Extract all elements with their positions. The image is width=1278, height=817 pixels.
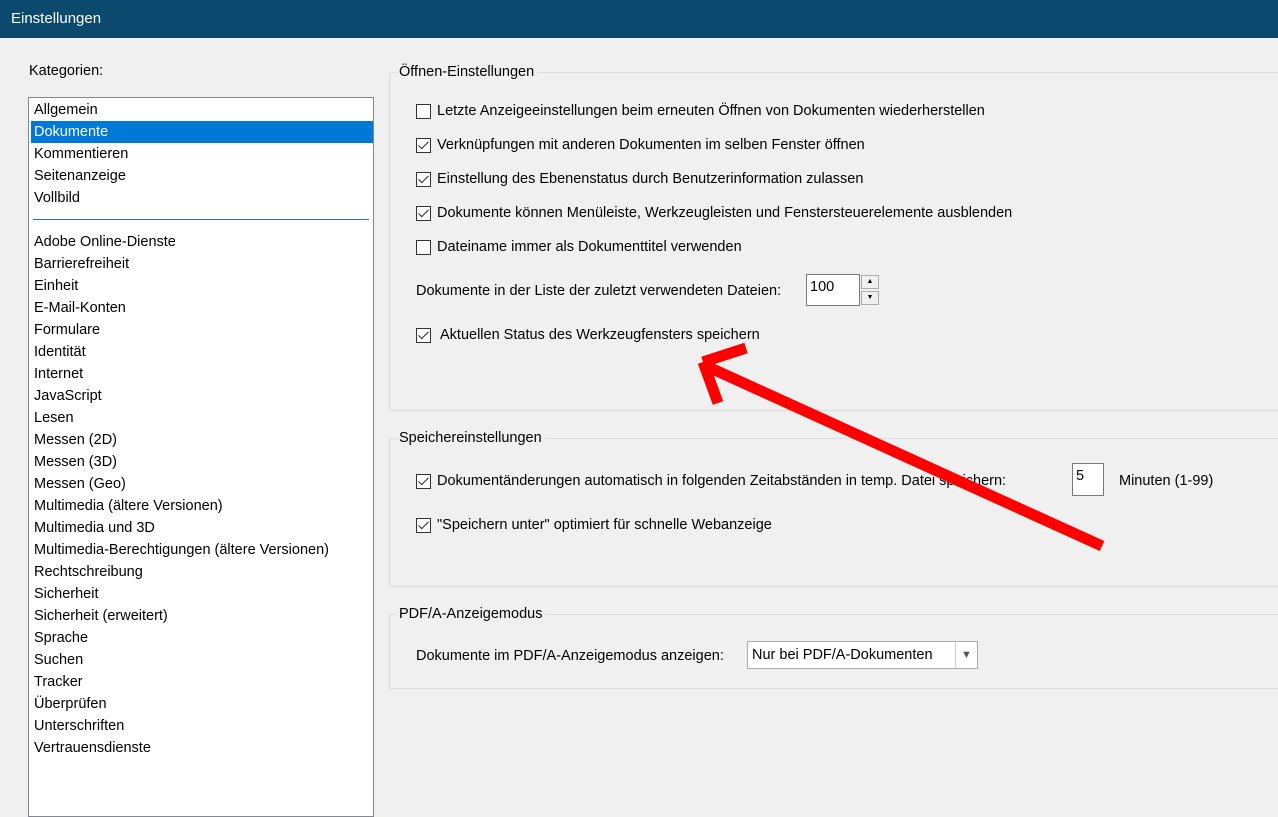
category-item[interactable]: JavaScript xyxy=(31,385,373,407)
category-item[interactable]: Unterschriften xyxy=(31,715,373,737)
option-tool-state[interactable]: Aktuellen Status des Werkzeugfensters sp… xyxy=(416,324,760,346)
category-item[interactable]: Messen (3D) xyxy=(31,451,373,473)
option-restore-view-label: Letzte Anzeigeeinstellungen beim erneute… xyxy=(437,103,985,119)
save-settings-title: Speichereinstellungen xyxy=(396,429,545,447)
category-item[interactable]: Vollbild xyxy=(31,187,373,209)
pdfa-title: PDF/A-Anzeigemodus xyxy=(396,605,546,623)
category-item[interactable]: Überprüfen xyxy=(31,693,373,715)
category-item[interactable]: Vertrauensdienste xyxy=(31,737,373,759)
category-item[interactable]: Dokumente xyxy=(31,121,373,143)
category-item[interactable]: Seitenanzeige xyxy=(31,165,373,187)
category-item[interactable]: Sprache xyxy=(31,627,373,649)
category-item[interactable]: Identität xyxy=(31,341,373,363)
category-item[interactable]: Einheit xyxy=(31,275,373,297)
option-fast-web-label: "Speichern unter" optimiert für schnelle… xyxy=(437,517,772,533)
open-settings-group: Öffnen-Einstellungen Letzte Anzeigeeinst… xyxy=(389,63,1278,411)
category-item[interactable]: Rechtschreibung xyxy=(31,561,373,583)
category-item[interactable]: Kommentieren xyxy=(31,143,373,165)
checkbox-tool-state[interactable] xyxy=(416,327,431,343)
option-fast-web[interactable]: "Speichern unter" optimiert für schnelle… xyxy=(416,514,772,536)
category-item[interactable]: Tracker xyxy=(31,671,373,693)
category-item[interactable]: Formulare xyxy=(31,319,373,341)
category-item[interactable]: Adobe Online-Dienste xyxy=(31,231,373,253)
option-autosave-label: Dokumentänderungen automatisch in folgen… xyxy=(437,473,1007,489)
category-item[interactable]: Allgemein xyxy=(31,99,373,121)
category-item[interactable]: E-Mail-Konten xyxy=(31,297,373,319)
open-settings-title: Öffnen-Einstellungen xyxy=(396,63,538,81)
category-item[interactable]: Internet xyxy=(31,363,373,385)
checkbox-same-window[interactable] xyxy=(416,137,431,153)
category-item[interactable]: Barrierefreiheit xyxy=(31,253,373,275)
option-autosave[interactable]: Dokumentänderungen automatisch in folgen… xyxy=(416,470,1006,492)
option-same-window-label: Verknüpfungen mit anderen Dokumenten im … xyxy=(437,137,865,153)
category-item[interactable]: Suchen xyxy=(31,649,373,671)
category-item[interactable]: Lesen xyxy=(31,407,373,429)
pdfa-group: PDF/A-Anzeigemodus Dokumente im PDF/A-An… xyxy=(389,605,1278,689)
category-item[interactable]: Sicherheit (erweitert) xyxy=(31,605,373,627)
category-item[interactable]: Messen (Geo) xyxy=(31,473,373,495)
option-restore-view[interactable]: Letzte Anzeigeeinstellungen beim erneute… xyxy=(416,100,985,122)
categories-list[interactable]: Allgemein Dokumente Kommentieren Seitenanze… xyxy=(28,97,374,817)
option-hide-menus-label: Dokumente können Menüleiste, Werkzeuglei… xyxy=(437,205,1013,221)
window-title: Einstellungen xyxy=(0,0,1278,38)
option-hide-menus[interactable]: Dokumente können Menüleiste, Werkzeuglei… xyxy=(416,202,1012,224)
option-filename-title-label: Dateiname immer als Dokumenttitel verwen… xyxy=(437,239,742,255)
category-item[interactable]: Multimedia-Berechtigungen (ältere Versio… xyxy=(31,539,373,561)
option-tool-state-label: Aktuellen Status des Werkzeugfensters sp… xyxy=(440,327,760,343)
pdfa-mode-value: Nur bei PDF/A-Dokumenten xyxy=(752,647,933,663)
checkbox-hide-menus[interactable] xyxy=(416,205,431,221)
categories-divider xyxy=(33,219,369,220)
save-settings-group: Speichereinstellungen Dokumentänderungen… xyxy=(389,429,1278,587)
autosave-unit: Minuten (1-99) xyxy=(1119,473,1214,489)
checkbox-restore-view[interactable] xyxy=(416,103,431,119)
pdfa-mode-select[interactable]: Nur bei PDF/A-Dokumenten ▼ xyxy=(747,641,978,669)
category-item[interactable]: Multimedia und 3D xyxy=(31,517,373,539)
checkbox-fast-web[interactable] xyxy=(416,517,431,533)
checkbox-filename-title[interactable] xyxy=(416,239,431,255)
category-item[interactable]: Sicherheit xyxy=(31,583,373,605)
autosave-minutes-input[interactable]: 5 xyxy=(1072,463,1104,496)
recent-docs-label: Dokumente in der Liste der zuletzt verwe… xyxy=(416,283,782,299)
option-same-window[interactable]: Verknüpfungen mit anderen Dokumenten im … xyxy=(416,134,865,156)
option-layer-state-label: Einstellung des Ebenenstatus durch Benut… xyxy=(437,171,864,187)
option-filename-title[interactable]: Dateiname immer als Dokumenttitel verwen… xyxy=(416,236,742,258)
pdfa-label: Dokumente im PDF/A-Anzeigemodus anzeigen… xyxy=(416,648,724,664)
spin-up-button[interactable]: ▲ xyxy=(861,275,879,289)
chevron-down-icon: ▼ xyxy=(955,642,977,668)
category-item[interactable]: Messen (2D) xyxy=(31,429,373,451)
recent-docs-input[interactable]: 100 xyxy=(806,274,860,306)
checkbox-autosave[interactable] xyxy=(416,473,431,489)
checkbox-layer-state[interactable] xyxy=(416,171,431,187)
category-item[interactable]: Multimedia (ältere Versionen) xyxy=(31,495,373,517)
spin-down-button[interactable]: ▼ xyxy=(861,291,879,305)
categories-label: Kategorien: xyxy=(29,63,104,79)
option-layer-state[interactable]: Einstellung des Ebenenstatus durch Benut… xyxy=(416,168,863,190)
